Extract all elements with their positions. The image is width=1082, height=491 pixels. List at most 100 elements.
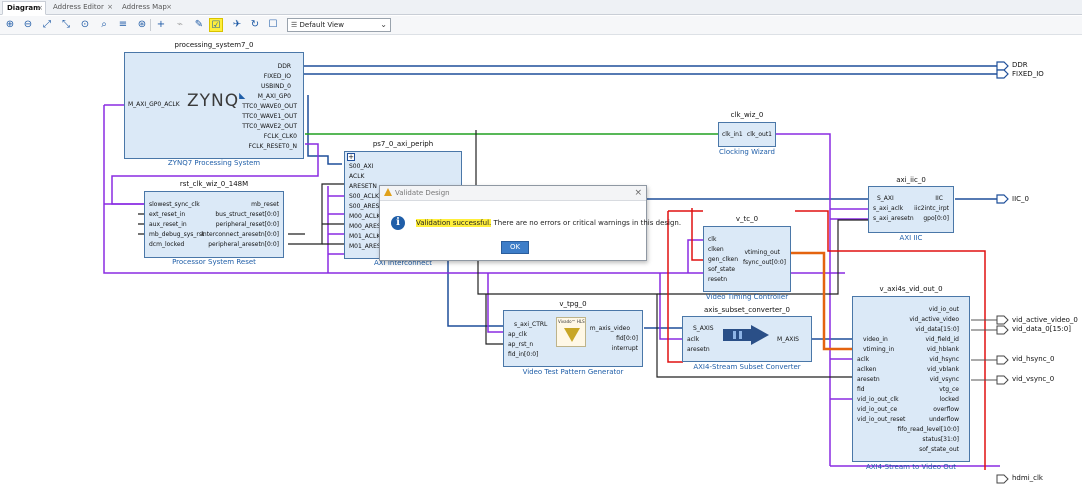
pin-clk[interactable]: clk xyxy=(708,236,716,244)
pin-aclken[interactable]: aclken xyxy=(857,366,876,374)
pin-vid-active-video[interactable]: vid_active_video xyxy=(909,316,959,324)
pin-s-axi[interactable]: S_AXI xyxy=(877,195,894,203)
pin-s-axi-aclk[interactable]: s_axi_aclk xyxy=(873,205,903,213)
pin-video-in[interactable]: video_in xyxy=(863,336,888,344)
pin-s-axi-aresetn[interactable]: s_axi_aresetn xyxy=(873,215,914,223)
tab-address-map[interactable]: Address Map × xyxy=(118,1,174,15)
pin-slowest-sync-clk[interactable]: slowest_sync_clk xyxy=(149,201,200,209)
pin-ttc0-wave0[interactable]: TTC0_WAVE0_OUT xyxy=(242,103,297,111)
ok-button[interactable]: OK xyxy=(501,241,529,254)
ip-block-vidout[interactable]: video_in vtiming_in aclk aclken aresetn … xyxy=(852,296,970,462)
pin-aux-reset-in[interactable]: aux_reset_in xyxy=(149,221,187,229)
add-ip-icon[interactable]: + xyxy=(154,18,168,32)
pin-interrupt[interactable]: interrupt xyxy=(612,345,638,353)
pin-aresetn[interactable]: ARESETN xyxy=(349,183,377,191)
pin-fifo-read-level[interactable]: fifo_read_level[10:0] xyxy=(898,426,960,434)
pin-gpo[interactable]: gpo[0:0] xyxy=(923,215,949,223)
close-icon[interactable]: × xyxy=(166,3,172,11)
block-design-canvas[interactable]: DDR FIXED_IO IIC_0 vid_active_video_0 vi… xyxy=(0,36,1082,491)
ip-block-subset[interactable]: S_AXIS aclk aresetn M_AXIS xyxy=(682,316,812,362)
pin-sof-state-out[interactable]: sof_state_out xyxy=(919,446,959,454)
pin-s-axis[interactable]: S_AXIS xyxy=(693,325,714,333)
pin-fclk-clk0[interactable]: FCLK_CLK0 xyxy=(264,133,297,141)
pin-aclk[interactable]: ACLK xyxy=(349,173,364,181)
pin-vtiming-out[interactable]: vtiming_out xyxy=(744,249,780,257)
pin-ttc0-wave2[interactable]: TTC0_WAVE2_OUT xyxy=(242,123,297,131)
pin-iic[interactable]: IIC xyxy=(935,195,943,203)
pin-vid-hblank[interactable]: vid_hblank xyxy=(927,346,959,354)
connect-icon[interactable]: ⌁ xyxy=(173,18,187,32)
pin-m-axi-gp0-aclk[interactable]: M_AXI_GP0_ACLK xyxy=(128,101,180,109)
port-ddr-label[interactable]: DDR xyxy=(1012,61,1028,69)
pin-fclk-reset0-n[interactable]: FCLK_RESET0_N xyxy=(249,143,297,151)
pin-vid-io-out-clk[interactable]: vid_io_out_clk xyxy=(857,396,899,404)
pin-underflow[interactable]: underflow xyxy=(929,416,959,424)
zoom-out-icon[interactable]: ⊖ xyxy=(21,18,35,32)
zoom-in-icon[interactable]: ⊕ xyxy=(3,18,17,32)
port-vid-data-label[interactable]: vid_data_0[15:0] xyxy=(1012,325,1071,333)
pin-m-axi-gp0[interactable]: M_AXI_GP0 xyxy=(258,93,291,101)
pin-fid[interactable]: fid[0:0] xyxy=(616,335,638,343)
pin-vid-vsync[interactable]: vid_vsync xyxy=(930,376,959,384)
pin-s-axi-ctrl[interactable]: s_axi_CTRL xyxy=(514,321,547,329)
view-selector[interactable]: ☰ Default View ⌄ xyxy=(287,18,391,32)
auto-fit-icon[interactable]: ⊙ xyxy=(78,18,92,32)
pin-m-axis[interactable]: M_AXIS xyxy=(777,336,799,344)
pin-vtiming-in[interactable]: vtiming_in xyxy=(863,346,894,354)
refresh-icon[interactable]: ↻ xyxy=(248,18,262,32)
pin-vid-io-out-ce[interactable]: vid_io_out_ce xyxy=(857,406,897,414)
pin-fid[interactable]: fid xyxy=(857,386,865,394)
pin-ap-clk[interactable]: ap_clk xyxy=(508,331,527,339)
pin-locked[interactable]: locked xyxy=(940,396,959,404)
collapse-icon[interactable]: ≡ xyxy=(116,18,130,32)
pin-m-axis-video[interactable]: m_axis_video xyxy=(590,325,630,333)
pin-ttc0-wave1[interactable]: TTC0_WAVE1_OUT xyxy=(242,113,297,121)
pin-overflow[interactable]: overflow xyxy=(933,406,959,414)
pin-resetn[interactable]: resetn xyxy=(708,276,727,284)
pin-vid-io-out[interactable]: vid_io_out xyxy=(929,306,959,314)
port-vid-active-label[interactable]: vid_active_video_0 xyxy=(1012,316,1078,324)
pin-fid-in[interactable]: fid_in[0:0] xyxy=(508,351,538,359)
ip-block-clkwiz[interactable]: clk_in1 clk_out1 xyxy=(718,122,776,147)
pin-peripheral-aresetn[interactable]: peripheral_aresetn[0:0] xyxy=(208,241,279,249)
port-iic-label[interactable]: IIC_0 xyxy=(1012,195,1029,203)
search-icon[interactable]: ⌕ xyxy=(97,18,111,32)
pin-vid-field-id[interactable]: vid_field_id xyxy=(926,336,959,344)
pin-m00-aclk[interactable]: M00_ACLK xyxy=(349,213,380,221)
validate-design-icon[interactable]: ☑ xyxy=(209,18,223,32)
pin-clk-in1[interactable]: clk_in1 xyxy=(722,131,743,139)
expand-icon[interactable]: + xyxy=(347,153,355,161)
pin-vid-io-out-reset[interactable]: vid_io_out_reset xyxy=(857,416,905,424)
pin-bus-struct-reset[interactable]: bus_struct_reset[0:0] xyxy=(215,211,279,219)
pin-aresetn[interactable]: aresetn xyxy=(857,376,880,384)
pin-usbind-0[interactable]: USBIND_0 xyxy=(261,83,291,91)
pin-vid-data[interactable]: vid_data[15:0] xyxy=(915,326,959,334)
pin-aclk[interactable]: aclk xyxy=(857,356,869,364)
pin-ext-reset-in[interactable]: ext_reset_in xyxy=(149,211,185,219)
pin-aclk[interactable]: aclk xyxy=(687,336,699,344)
pin-sof-state[interactable]: sof_state xyxy=(708,266,735,274)
pin-peripheral-reset[interactable]: peripheral_reset[0:0] xyxy=(216,221,279,229)
pin-vid-hsync[interactable]: vid_hsync xyxy=(929,356,959,364)
ip-block-rst[interactable]: slowest_sync_clk ext_reset_in aux_reset_… xyxy=(144,191,284,258)
pin-interconnect-aresetn[interactable]: interconnect_aresetn[0:0] xyxy=(201,231,279,239)
ip-block-tpg[interactable]: s_axi_CTRL ap_clk ap_rst_n fid_in[0:0] V… xyxy=(503,310,643,367)
ip-block-vtc[interactable]: clk clken gen_clken sof_state resetn vti… xyxy=(703,226,791,292)
ip-block-ps7[interactable]: M_AXI_GP0_ACLK ZYNQ◣ DDR FIXED_IO USBIND… xyxy=(124,52,304,159)
port-fixed-io-label[interactable]: FIXED_IO xyxy=(1012,70,1044,78)
pin-fixed-io[interactable]: FIXED_IO xyxy=(264,73,291,81)
pin-ddr[interactable]: DDR xyxy=(278,63,291,71)
pin-status[interactable]: status[31:0] xyxy=(922,436,959,444)
pin-dcm-locked[interactable]: dcm_locked xyxy=(149,241,184,249)
pin-s00-aclk[interactable]: S00_ACLK xyxy=(349,193,379,201)
pin-s00-axi[interactable]: S00_AXI xyxy=(349,163,373,171)
port-hdmi-clk-label[interactable]: hdmi_clk xyxy=(1012,474,1043,482)
pin-m01-aclk[interactable]: M01_ACLK xyxy=(349,233,380,241)
run-connection-automation-icon[interactable]: ✈ xyxy=(230,18,244,32)
tab-address-editor[interactable]: Address Editor × xyxy=(49,1,115,15)
pin-iic2intc-irpt[interactable]: iic2intc_irpt xyxy=(914,205,949,213)
port-vid-vsync-label[interactable]: vid_vsync_0 xyxy=(1012,375,1054,383)
regenerate-layout-icon[interactable]: ⊛ xyxy=(135,18,149,32)
close-icon[interactable]: × xyxy=(37,4,43,12)
pin-mb-reset[interactable]: mb_reset xyxy=(251,201,279,209)
